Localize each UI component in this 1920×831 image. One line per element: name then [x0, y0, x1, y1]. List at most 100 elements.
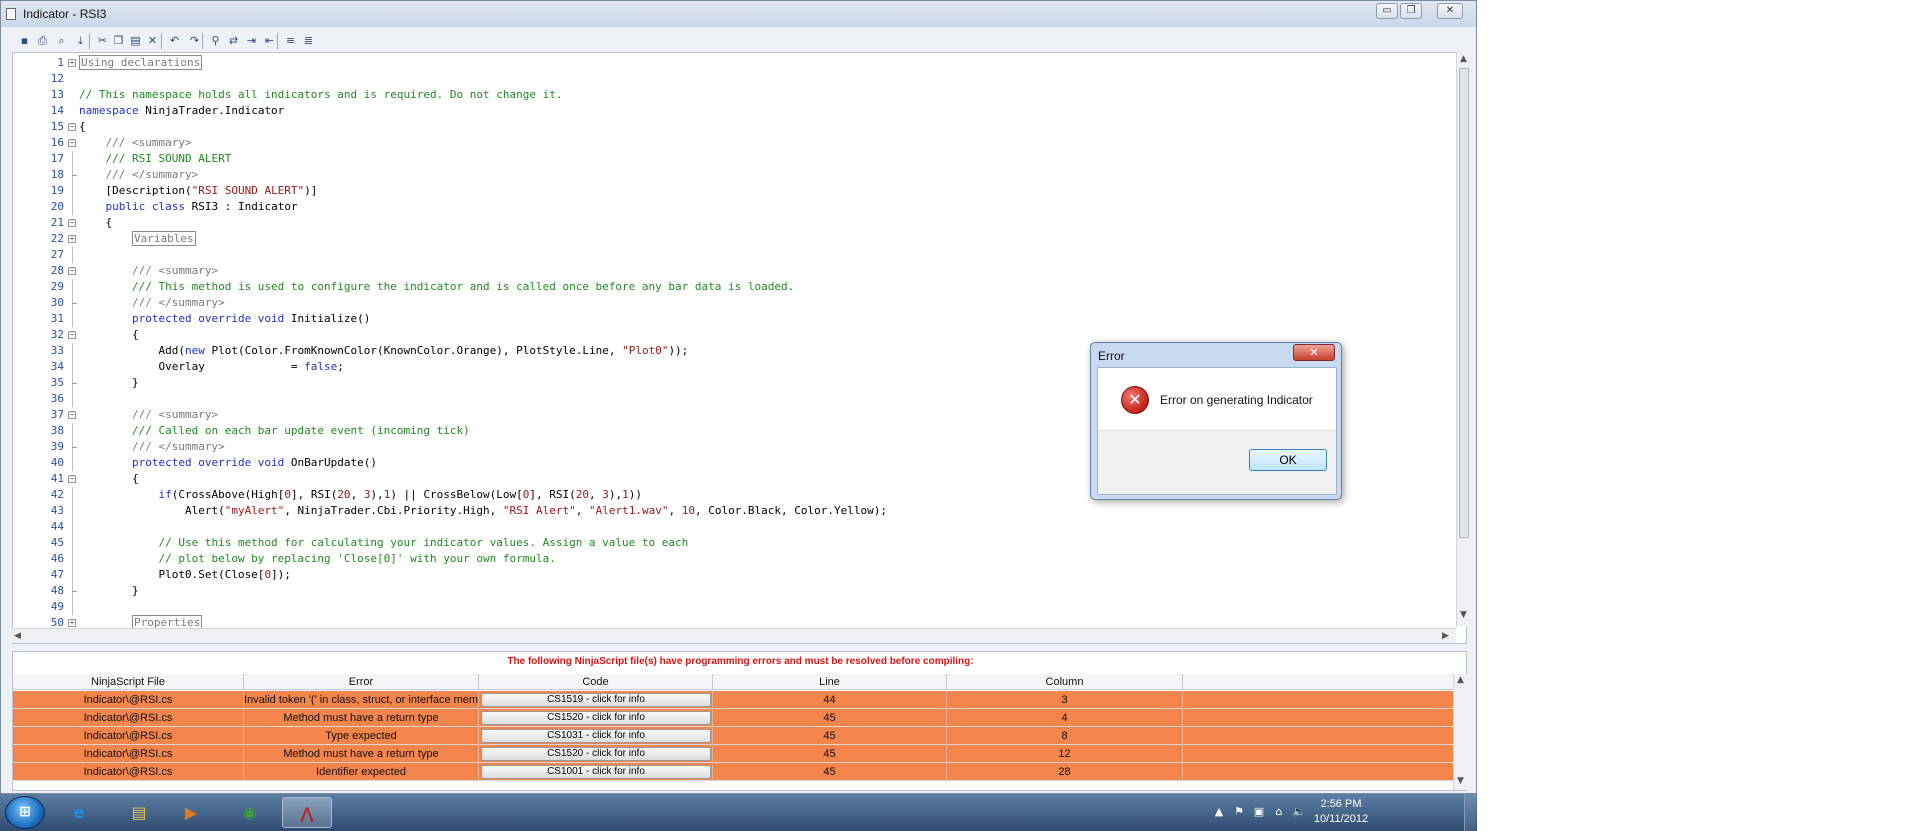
- table-row[interactable]: Indicator\@RSI.cs Type expected CS1031 - c…: [13, 727, 1453, 745]
- expand-region-icon[interactable]: +: [68, 619, 76, 627]
- error-code-button[interactable]: CS1001 - click for info: [481, 765, 711, 779]
- code-line[interactable]: 29 /// This method is used to configure …: [13, 279, 1453, 295]
- media-player-icon[interactable]: ▶: [166, 797, 216, 828]
- delete-icon[interactable]: ✕: [145, 33, 160, 48]
- error-code-button[interactable]: CS1519 - click for info: [481, 693, 711, 707]
- chrome-icon[interactable]: ◉: [225, 797, 275, 828]
- ok-button[interactable]: OK: [1249, 449, 1327, 471]
- code-line[interactable]: 1 + Using declarations: [13, 55, 1453, 71]
- collapse-region-icon[interactable]: −: [68, 331, 76, 339]
- collapse-region-icon[interactable]: −: [68, 411, 76, 419]
- code-line[interactable]: 27: [13, 247, 1453, 263]
- collapse-region-icon[interactable]: −: [68, 219, 76, 227]
- code-line[interactable]: 21− {: [13, 215, 1453, 231]
- uncomment-icon[interactable]: ≣: [301, 33, 316, 48]
- scroll-left-arrow-icon[interactable]: ◀: [14, 631, 21, 641]
- undo-icon[interactable]: ↶: [167, 33, 182, 48]
- collapse-region-icon[interactable]: −: [68, 475, 76, 483]
- code-line[interactable]: 47 Plot0.Set(Close[0]);: [13, 567, 1453, 583]
- table-row[interactable]: Indicator\@RSI.cs Method must have a retu…: [13, 745, 1453, 763]
- code-line[interactable]: 46 // plot below by replacing 'Close[0]'…: [13, 551, 1453, 567]
- code-line[interactable]: 32− {: [13, 327, 1453, 343]
- expand-region-icon[interactable]: +: [68, 59, 76, 67]
- code-line[interactable]: 14 namespace NinjaTrader.Indicator: [13, 103, 1453, 119]
- code-line[interactable]: 44: [13, 519, 1453, 535]
- error-code-button[interactable]: CS1520 - click for info: [481, 747, 711, 761]
- outdent-icon[interactable]: ⇤: [262, 33, 277, 48]
- code-line[interactable]: 48 }: [13, 583, 1453, 599]
- code-line[interactable]: 13 // This namespace holds all indicators…: [13, 87, 1453, 103]
- expand-region-icon[interactable]: +: [68, 235, 76, 243]
- find-icon[interactable]: ⚲: [208, 33, 223, 48]
- column-header[interactable]: Line: [713, 674, 947, 690]
- minimize-button[interactable]: ▭: [1376, 3, 1398, 19]
- volume-icon[interactable]: 🔈: [1292, 805, 1306, 819]
- code-line[interactable]: 18 /// </summary>: [13, 167, 1453, 183]
- table-row[interactable]: Indicator\@RSI.cs Identifier expected CS10…: [13, 763, 1453, 781]
- action-center-icon[interactable]: ⚑: [1232, 805, 1246, 819]
- collapse-region-icon[interactable]: −: [68, 267, 76, 275]
- code-line[interactable]: 22 + Variables: [13, 231, 1453, 247]
- clock-time[interactable]: 2:56 PM: [1306, 798, 1376, 810]
- code-token[interactable]: Variables: [131, 231, 196, 246]
- column-header[interactable]: Column: [947, 674, 1183, 690]
- title-bar[interactable]: Indicator - RSI3 ▭ ❐ ✕: [1, 1, 1476, 27]
- start-button[interactable]: ⊞: [5, 796, 45, 829]
- comment-icon[interactable]: ≡: [283, 33, 298, 48]
- scroll-down-arrow-icon[interactable]: ▼: [1460, 610, 1467, 620]
- scroll-right-arrow-icon[interactable]: ▶: [1442, 631, 1449, 641]
- code-token: /// This method is used to configure the…: [79, 280, 795, 293]
- code-token: ]);: [271, 568, 291, 581]
- redo-icon[interactable]: ↷: [187, 33, 202, 48]
- network-icon[interactable]: ⌂: [1272, 805, 1286, 819]
- print-preview-icon[interactable]: ⌕: [54, 33, 69, 48]
- show-hidden-icons-icon[interactable]: ▲: [1212, 805, 1226, 819]
- scroll-up-arrow-icon[interactable]: ▲: [1460, 54, 1467, 64]
- indent-icon[interactable]: ⇥: [244, 33, 259, 48]
- column-header[interactable]: Error: [244, 674, 479, 690]
- error-code-button[interactable]: CS1520 - click for info: [481, 711, 711, 725]
- editor-vertical-scrollbar[interactable]: ▲ ▼: [1456, 52, 1471, 626]
- collapse-region-icon[interactable]: −: [68, 123, 76, 131]
- copy-icon[interactable]: ❐: [111, 33, 126, 48]
- ninjatrader-icon[interactable]: ⋀: [282, 797, 332, 828]
- code-line[interactable]: 45 // Use this method for calculating yo…: [13, 535, 1453, 551]
- code-line[interactable]: 12: [13, 71, 1453, 87]
- table-row[interactable]: Indicator\@RSI.cs Invalid token '(' in cl…: [13, 691, 1453, 709]
- code-line[interactable]: 28− /// <summary>: [13, 263, 1453, 279]
- code-line[interactable]: 31 protected override void Initialize(): [13, 311, 1453, 327]
- save-icon[interactable]: ▪: [17, 33, 32, 48]
- code-line[interactable]: 17 /// RSI SOUND ALERT: [13, 151, 1453, 167]
- download-icon[interactable]: ⤓: [73, 33, 88, 48]
- maximize-button[interactable]: ❐: [1400, 3, 1422, 19]
- table-row[interactable]: Indicator\@RSI.cs Method must have a retu…: [13, 709, 1453, 727]
- scroll-down-arrow-icon[interactable]: ▼: [1457, 776, 1464, 786]
- code-line[interactable]: 15−{: [13, 119, 1453, 135]
- code-line[interactable]: 16− /// <summary>: [13, 135, 1453, 151]
- error-list-scrollbar[interactable]: ▲ ▼: [1453, 674, 1467, 790]
- print-icon[interactable]: ⎙: [35, 33, 50, 48]
- scroll-thumb[interactable]: [1459, 68, 1469, 538]
- clock-date[interactable]: 10/11/2012: [1306, 813, 1376, 825]
- file-explorer-icon[interactable]: ▤: [114, 797, 164, 828]
- code-line[interactable]: 30 /// </summary>: [13, 295, 1453, 311]
- cut-icon[interactable]: ✂: [95, 33, 110, 48]
- dialog-close-button[interactable]: ✕: [1293, 344, 1335, 361]
- close-button[interactable]: ✕: [1437, 3, 1463, 19]
- column-header[interactable]: Code: [479, 674, 713, 690]
- editor-horizontal-scrollbar[interactable]: ◀ ▶: [12, 628, 1456, 643]
- code-token[interactable]: Using declarations: [79, 55, 203, 70]
- code-line[interactable]: 20 public class RSI3 : Indicator: [13, 199, 1453, 215]
- paste-icon[interactable]: ▤: [128, 33, 143, 48]
- error-code-button[interactable]: CS1031 - click for info: [481, 729, 711, 743]
- internet-explorer-icon[interactable]: e: [54, 797, 104, 828]
- code-line[interactable]: 19 [Description("RSI SOUND ALERT")]: [13, 183, 1453, 199]
- code-line[interactable]: 43 Alert("myAlert", NinjaTrader.Cbi.Prio…: [13, 503, 1453, 519]
- collapse-region-icon[interactable]: −: [68, 139, 76, 147]
- column-header[interactable]: NinjaScript File: [13, 674, 244, 690]
- code-line[interactable]: 49: [13, 599, 1453, 615]
- network-adapter-icon[interactable]: ▣: [1252, 805, 1266, 819]
- scroll-up-arrow-icon[interactable]: ▲: [1457, 675, 1464, 685]
- show-desktop-button[interactable]: [1464, 794, 1476, 831]
- replace-icon[interactable]: ⇄: [226, 33, 241, 48]
